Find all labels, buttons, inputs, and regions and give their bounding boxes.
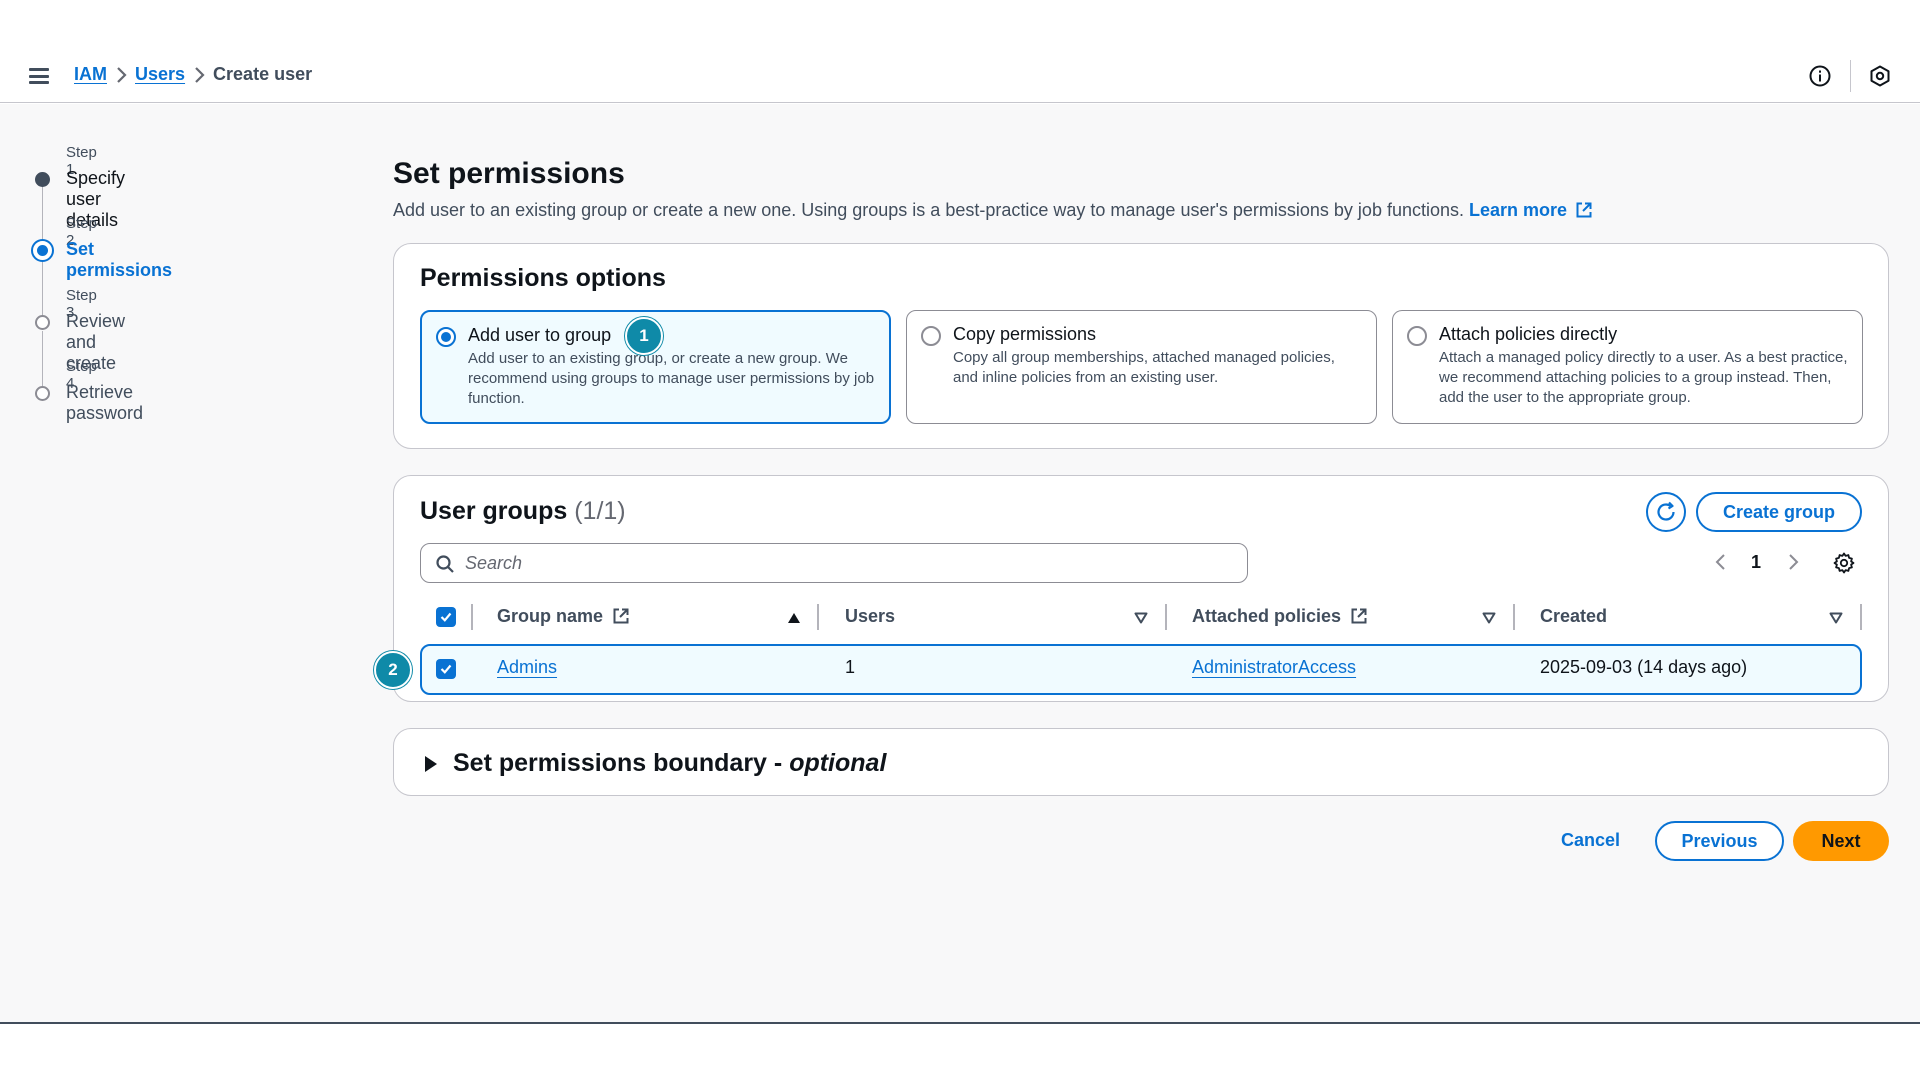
row-checkbox[interactable]	[436, 659, 456, 679]
info-icon[interactable]	[1808, 64, 1832, 88]
option-title: Copy permissions	[953, 324, 1097, 344]
create-group-button[interactable]: Create group	[1696, 492, 1862, 532]
step-connector	[42, 260, 43, 322]
column-divider	[471, 604, 473, 630]
next-button[interactable]: Next	[1793, 821, 1889, 861]
external-link-icon	[1351, 608, 1367, 624]
permissions-boundary-title[interactable]: Set permissions boundary - optional	[453, 749, 886, 778]
gear-icon[interactable]	[1832, 551, 1856, 575]
column-divider	[1165, 604, 1167, 630]
created-cell: 2025-09-03 (14 days ago)	[1540, 657, 1748, 677]
chevron-right-icon	[185, 64, 213, 85]
attached-policy-link[interactable]: AdministratorAccess	[1192, 657, 1356, 678]
option-copy-permissions[interactable]: Copy permissions Copy all group membersh…	[906, 310, 1377, 424]
annotation-badge-1: 1	[625, 317, 663, 355]
group-name-link[interactable]: Admins	[497, 657, 557, 678]
option-description: Copy all group memberships, attached man…	[953, 349, 1335, 386]
breadcrumb-current: Create user	[213, 64, 313, 84]
column-group-name[interactable]: Group name	[497, 606, 630, 627]
step-4-indicator	[35, 386, 50, 401]
chevron-left-icon[interactable]	[1714, 552, 1728, 572]
column-divider	[1860, 604, 1862, 630]
sort-descending-icon[interactable]	[1829, 612, 1843, 624]
caret-right-icon[interactable]	[423, 755, 439, 773]
column-attached-policies[interactable]: Attached policies	[1192, 606, 1368, 627]
user-groups-title-text: User groups	[420, 497, 568, 525]
menu-icon[interactable]	[29, 66, 49, 86]
settings-hex-icon[interactable]	[1868, 64, 1892, 88]
column-created[interactable]: Created	[1540, 606, 1607, 627]
step-1-indicator	[35, 172, 50, 187]
external-link-icon	[613, 608, 629, 624]
radio-add-user-to-group[interactable]	[436, 327, 456, 347]
breadcrumb: IAM Users Create user	[74, 64, 312, 85]
step-2-indicator	[31, 239, 54, 262]
chevron-right-icon	[107, 64, 135, 85]
step-2-title: Set permissions	[66, 239, 173, 280]
annotation-badge-2: 2	[374, 651, 412, 689]
breadcrumb-iam[interactable]: IAM	[74, 64, 107, 85]
refresh-button[interactable]	[1646, 492, 1686, 532]
page-number[interactable]: 1	[1751, 552, 1761, 573]
option-title: Attach policies directly	[1439, 324, 1618, 344]
sort-descending-icon[interactable]	[1134, 612, 1148, 624]
column-label: Group name	[497, 606, 604, 626]
permissions-options-title: Permissions options	[420, 264, 666, 292]
sort-descending-icon[interactable]	[1482, 612, 1496, 624]
column-divider	[817, 604, 819, 630]
search-field[interactable]	[420, 543, 1248, 583]
refresh-icon	[1657, 501, 1675, 521]
column-divider	[1513, 604, 1515, 630]
chevron-right-icon[interactable]	[1786, 552, 1800, 572]
user-groups-title: User groups (1/1)	[420, 497, 626, 526]
learn-more-link[interactable]: Learn more	[1469, 200, 1593, 220]
learn-more-label: Learn more	[1469, 200, 1568, 220]
toolbar-divider	[1850, 60, 1851, 92]
breadcrumb-users[interactable]: Users	[135, 64, 185, 85]
boundary-title-text: Set permissions boundary -	[453, 749, 790, 777]
step-4-title: Retrieve password	[66, 382, 144, 423]
top-bar: IAM Users Create user	[0, 0, 1920, 103]
sort-ascending-icon[interactable]	[787, 612, 801, 624]
users-count-cell: 1	[845, 657, 856, 677]
column-label: Attached policies	[1192, 606, 1342, 626]
step-connector	[42, 187, 43, 244]
radio-copy-permissions[interactable]	[921, 326, 941, 346]
option-title: Add user to group	[468, 325, 612, 345]
search-icon	[436, 555, 454, 573]
page-description: Add user to an existing group or create …	[393, 200, 1593, 221]
option-description: Add user to an existing group, or create…	[468, 350, 875, 407]
cancel-button[interactable]: Cancel	[1561, 830, 1620, 851]
page-title: Set permissions	[393, 157, 625, 190]
step-connector	[42, 331, 43, 386]
checkmark-icon	[440, 664, 452, 674]
search-input[interactable]	[465, 550, 1225, 576]
external-link-icon	[1576, 202, 1592, 218]
previous-button[interactable]: Previous	[1655, 821, 1784, 861]
option-description: Attach a managed policy directly to a us…	[1439, 349, 1848, 406]
step-3-indicator	[35, 315, 50, 330]
user-groups-count: (1/1)	[574, 497, 626, 525]
column-users[interactable]: Users	[845, 606, 895, 627]
option-attach-policies-directly[interactable]: Attach policies directly Attach a manage…	[1392, 310, 1863, 424]
select-all-checkbox[interactable]	[436, 607, 456, 627]
page-description-text: Add user to an existing group or create …	[393, 200, 1464, 220]
radio-attach-policies-directly[interactable]	[1407, 326, 1427, 346]
boundary-title-emphasis: optional	[789, 749, 887, 777]
checkmark-icon	[440, 612, 452, 622]
